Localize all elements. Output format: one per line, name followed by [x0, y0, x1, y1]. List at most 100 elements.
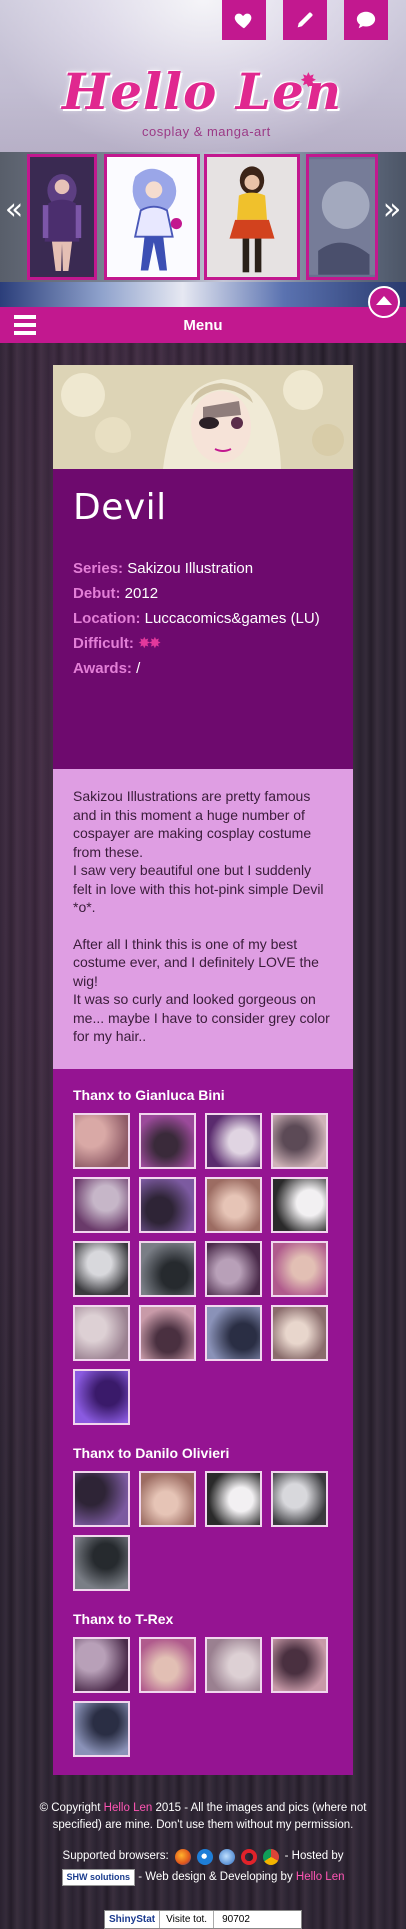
credits-section: Thanx to Danilo Olivieri — [73, 1445, 333, 1591]
opera-icon[interactable] — [240, 1848, 257, 1865]
costume-carousel: « » — [0, 152, 406, 282]
contact-button[interactable] — [344, 0, 388, 40]
menu-label[interactable]: Menu — [0, 317, 406, 334]
design-label: - Web design & Developing by — [138, 1871, 293, 1883]
site-footer: © Copyright Hello Len 2015 - All the ima… — [0, 1800, 406, 1886]
gallery-photo[interactable] — [205, 1471, 262, 1527]
gallery-photo[interactable] — [139, 1305, 196, 1361]
gallery-photo[interactable] — [73, 1305, 130, 1361]
browser-support-row: Supported browsers: - Hosted by — [16, 1848, 390, 1865]
logo-subtitle: cosplay & manga-art — [142, 124, 271, 139]
visit-counter[interactable]: ShinyStat Visite tot. 90702 — [104, 1910, 302, 1929]
chat-bubble-icon — [356, 11, 376, 29]
photo-credits: Thanx to Gianluca Bini Thanx to Danilo O… — [53, 1069, 353, 1775]
costume-card: Devil Series: Sakizou Illustration Debut… — [53, 365, 353, 1775]
chrome-icon[interactable] — [262, 1848, 279, 1865]
gallery-photo[interactable] — [139, 1471, 196, 1527]
pencil-icon — [297, 12, 313, 28]
description-paragraph: I saw very beautiful one but I suddenly … — [73, 862, 324, 915]
gallery-photo[interactable] — [205, 1241, 262, 1297]
costume-banner-image — [53, 365, 353, 469]
costume-description: Sakizou Illustrations are pretty famous … — [53, 769, 353, 1069]
scroll-up-button[interactable] — [368, 286, 400, 318]
info-value: / — [136, 660, 141, 677]
credits-title: Thanx to Gianluca Bini — [73, 1087, 225, 1103]
description-paragraph: It was so curly and looked gorgeous on m… — [73, 991, 330, 1044]
description-paragraph: Sakizou Illustrations are pretty famous … — [73, 788, 312, 860]
credits-section: Thanx to T-Rex — [73, 1611, 333, 1757]
carousel-item[interactable] — [204, 154, 300, 280]
costume-thumbnail — [30, 159, 94, 275]
favorites-button[interactable] — [222, 0, 266, 40]
gallery-photo[interactable] — [205, 1113, 262, 1169]
photo-grid — [73, 1113, 333, 1425]
credits-title: Thanx to Danilo Olivieri — [73, 1445, 230, 1461]
safari-icon[interactable] — [218, 1848, 235, 1865]
costume-thumbnail — [107, 157, 197, 277]
credits-row: SHW solutions - Web design & Developing … — [16, 1869, 390, 1886]
visits-value: 90702 — [222, 1914, 250, 1925]
gallery-photo[interactable] — [139, 1637, 196, 1693]
credits-section: Thanx to Gianluca Bini — [73, 1087, 333, 1425]
gallery-photo[interactable] — [139, 1241, 196, 1297]
photo-grid — [73, 1471, 333, 1591]
info-value: Luccacomics&games (LU) — [144, 610, 320, 627]
gallery-photo[interactable] — [271, 1177, 328, 1233]
blog-button[interactable] — [283, 0, 327, 40]
gallery-photo[interactable] — [139, 1177, 196, 1233]
firefox-icon[interactable] — [174, 1848, 191, 1865]
info-value: 2012 — [124, 585, 159, 602]
gallery-photo[interactable] — [271, 1113, 328, 1169]
gallery-photo[interactable] — [271, 1637, 328, 1693]
gallery-photo[interactable] — [73, 1637, 130, 1693]
brand-link[interactable]: Hello Len — [104, 1802, 153, 1814]
hamburger-icon[interactable] — [14, 315, 36, 335]
difficulty-stars-icon: ✸✸ — [138, 635, 161, 652]
copyright-prefix: © Copyright — [39, 1802, 104, 1814]
info-key: Series: — [73, 560, 124, 577]
gallery-photo[interactable] — [73, 1471, 130, 1527]
gallery-photo[interactable] — [205, 1305, 262, 1361]
gallery-photo[interactable] — [271, 1305, 328, 1361]
carousel-prev-button[interactable]: « — [0, 188, 28, 232]
info-key: Location: — [73, 610, 141, 627]
gallery-photo[interactable] — [73, 1701, 130, 1757]
top-icon-bar — [222, 0, 388, 40]
site-logo[interactable]: Hello Len ✸ cosplay & manga-art — [50, 62, 370, 142]
internet-explorer-icon[interactable] — [196, 1848, 213, 1865]
gallery-photo[interactable] — [73, 1177, 130, 1233]
carousel-item[interactable] — [306, 154, 378, 280]
visits-label: Visite tot. — [160, 1911, 215, 1928]
gallery-photo[interactable] — [271, 1241, 328, 1297]
carousel-item[interactable] — [104, 154, 200, 280]
description-paragraph: After all I think this is one of my best… — [73, 935, 319, 989]
gallery-photo[interactable] — [205, 1637, 262, 1693]
info-debut: Debut: 2012 — [73, 581, 333, 606]
info-difficulty: Difficult: ✸✸ — [73, 631, 333, 656]
gallery-photo[interactable] — [73, 1535, 130, 1591]
site-header: Hello Len ✸ cosplay & manga-art — [0, 0, 406, 152]
info-key: Difficult: — [73, 635, 134, 652]
gallery-photo[interactable] — [205, 1177, 262, 1233]
info-value: Sakizou Illustration — [127, 560, 254, 577]
costume-thumbnail — [309, 159, 375, 275]
gallery-photo[interactable] — [73, 1113, 130, 1169]
host-logo[interactable]: SHW solutions — [61, 1869, 135, 1886]
carousel-next-button[interactable]: » — [378, 188, 406, 232]
carousel-item[interactable] — [27, 154, 97, 280]
designer-link[interactable]: Hello Len — [296, 1871, 345, 1883]
gallery-photo[interactable] — [271, 1471, 328, 1527]
gallery-photo[interactable] — [73, 1241, 130, 1297]
copyright-text: © Copyright Hello Len 2015 - All the ima… — [16, 1800, 390, 1834]
supported-label: Supported browsers: — [62, 1850, 169, 1862]
logo-star-icon: ✸ — [300, 70, 317, 92]
heart-icon — [234, 13, 252, 29]
banner-illustration — [53, 365, 353, 469]
gallery-photo[interactable] — [73, 1369, 130, 1425]
gallery-photo[interactable] — [139, 1113, 196, 1169]
counter-brand: ShinyStat — [105, 1911, 161, 1928]
menu-bar[interactable]: Menu — [0, 307, 406, 343]
info-key: Debut: — [73, 585, 121, 602]
decorative-band — [0, 282, 406, 310]
costume-info-panel: Devil Series: Sakizou Illustration Debut… — [53, 469, 353, 769]
